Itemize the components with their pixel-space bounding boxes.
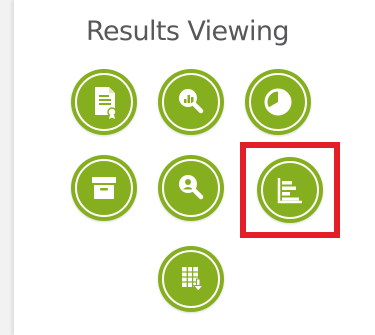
results-search-chart-button[interactable] (158, 69, 224, 135)
results-archive-button[interactable] (71, 155, 137, 221)
results-document-button[interactable] (71, 69, 137, 135)
results-pie-chart-button[interactable] (245, 69, 311, 135)
document-certificate-icon (95, 87, 117, 119)
magnify-chart-icon (179, 89, 204, 114)
magnify-user-icon (179, 175, 204, 200)
pie-chart-icon (264, 88, 292, 116)
section-title: Results Viewing (86, 16, 290, 47)
results-search-user-button[interactable] (158, 155, 224, 221)
selection-highlight-box (240, 142, 340, 238)
archive-box-icon (92, 177, 116, 199)
table-export-icon (182, 267, 205, 292)
results-export-table-button[interactable] (158, 246, 224, 312)
